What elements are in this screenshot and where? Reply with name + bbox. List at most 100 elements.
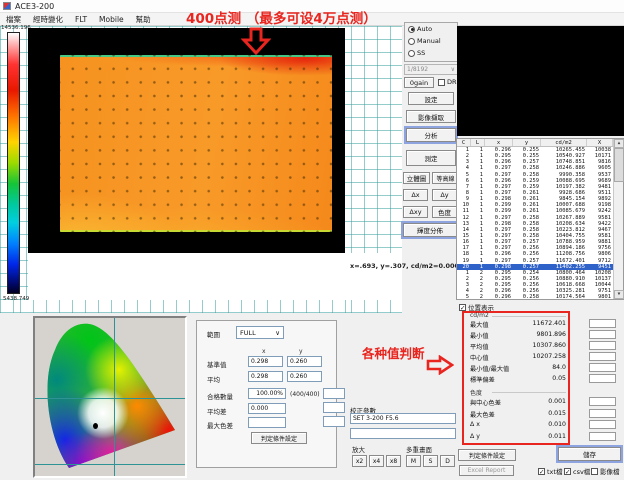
multi-d-button[interactable]: D — [440, 455, 455, 467]
image-capture-button[interactable]: 影像擷取 — [406, 110, 456, 123]
dr-checkbox-box[interactable] — [438, 79, 445, 86]
chevron-down-icon: ∨ — [275, 329, 280, 337]
multi-s-button[interactable]: S — [423, 455, 438, 467]
results-table-body[interactable]: 110.2960.25510265.45510038210.2950.25510… — [457, 147, 623, 301]
max-diff-side-field[interactable] — [323, 416, 345, 427]
shutter-dropdown[interactable]: 1/8192∨ — [404, 64, 458, 75]
stat-limit-box[interactable] — [589, 420, 616, 429]
contour-button[interactable]: 等高線 — [432, 172, 459, 184]
avg-diff-side-field[interactable] — [323, 402, 345, 413]
radio-icon[interactable] — [408, 50, 415, 57]
luminance-group-label: cd/m2 — [470, 312, 489, 319]
colorbar-min-label: 5438.749 — [3, 296, 29, 302]
pass-side-field[interactable] — [323, 388, 345, 399]
app-icon — [3, 2, 11, 10]
right-arrow-annotation — [426, 355, 454, 375]
judge-condition-button[interactable]: 判定條件設定 — [458, 449, 516, 461]
avg-diff-label: 平均差 — [207, 406, 227, 416]
zoom-x2-button[interactable]: x2 — [352, 455, 367, 467]
zoom-x8-button[interactable]: x8 — [386, 455, 401, 467]
average-x-field[interactable]: 0.298 — [248, 371, 283, 382]
reference-y-field[interactable]: 0.260 — [287, 356, 322, 367]
zoom-group-label: 放大 — [352, 444, 365, 454]
position-display-checkbox[interactable]: ✓ 位置表示 — [459, 302, 494, 312]
cie-crosshair-vertical — [114, 318, 115, 476]
stat-chroma-row: 與中心色差0.001 — [470, 398, 566, 407]
table-header-X: X — [587, 139, 613, 146]
settings-button[interactable]: 設定 — [408, 92, 454, 105]
stat-chroma-row: 最大色差0.015 — [470, 410, 566, 419]
stat-lum-row: 最小值/最大值84.0 — [470, 364, 566, 373]
pass-count-label: 合格數量 — [207, 391, 233, 401]
table-header-y: y — [513, 139, 541, 146]
save-button[interactable]: 儲存 — [558, 447, 621, 461]
menu-item-3[interactable]: Mobile — [99, 15, 124, 24]
table-header-cd/m2: cd/m2 — [541, 139, 587, 146]
image-file-checkbox[interactable]: 影像檔 — [591, 466, 620, 476]
down-arrow-annotation — [241, 27, 271, 55]
stat-limit-box[interactable] — [589, 432, 616, 441]
dr-checkbox[interactable]: DR — [438, 78, 457, 86]
range-label: 範圍 — [207, 329, 220, 339]
zoom-x4-button[interactable]: x4 — [369, 455, 384, 467]
stat-limit-box[interactable] — [589, 374, 616, 383]
max-color-diff-field[interactable] — [248, 417, 286, 428]
scroll-down-icon[interactable]: ▼ — [614, 290, 624, 299]
calibration-value-field[interactable]: SET 3-200 F5.6 — [350, 413, 456, 424]
menu-item-2[interactable]: FLT — [75, 15, 87, 24]
menu-item-4[interactable]: 幫助 — [136, 14, 151, 25]
delta-y-button[interactable]: Δy — [432, 189, 457, 201]
avg-diff-field[interactable]: 0.000 — [248, 403, 286, 414]
menu-item-0[interactable]: 檔案 — [6, 14, 21, 25]
scrollbar-thumb[interactable] — [614, 148, 624, 182]
stat-limit-box[interactable] — [589, 409, 616, 418]
table-row[interactable]: 520.2960.25810174.5649801 — [457, 294, 623, 300]
reference-x-field[interactable]: 0.298 — [248, 356, 283, 367]
stat-limit-box[interactable] — [589, 341, 616, 350]
stat-limit-box[interactable] — [589, 352, 616, 361]
radio-icon[interactable] — [408, 26, 415, 33]
mode-radio-manual[interactable]: Manual — [405, 35, 457, 47]
chevron-down-icon: ∨ — [451, 66, 455, 73]
calibration-empty-field[interactable] — [350, 428, 456, 439]
range-dropdown[interactable]: FULL∨ — [236, 326, 284, 339]
delta-xy-button[interactable]: Δxy — [403, 206, 428, 218]
results-table[interactable]: CLxycd/m2X 110.2960.25510265.45510038210… — [456, 138, 624, 300]
luminance-heatmap — [60, 55, 332, 232]
stat-limit-box[interactable] — [589, 397, 616, 406]
graph-3d-button[interactable]: 立體圖 — [403, 172, 430, 184]
mode-radio-ss[interactable]: SS — [405, 47, 457, 59]
delta-x-button[interactable]: Δx — [403, 189, 428, 201]
stat-limit-box[interactable] — [589, 319, 616, 328]
pass-percent-field[interactable]: 100.00% — [248, 388, 286, 399]
chromaticity-button[interactable]: 色度 — [432, 206, 457, 218]
txt-file-checkbox[interactable]: ✓txt檔 — [538, 466, 562, 476]
excel-report-button[interactable]: Excel Report — [459, 465, 514, 476]
col-x-header: x — [262, 348, 266, 355]
colorbar-max-label: 14536.196 — [1, 25, 31, 31]
radio-icon[interactable] — [408, 38, 415, 45]
analyze-button[interactable]: 分析 — [406, 128, 456, 142]
mode-radio-auto[interactable]: Auto — [405, 23, 457, 35]
table-scrollbar[interactable]: ▲ ▼ — [613, 139, 623, 299]
multi-m-button[interactable]: M — [406, 455, 421, 467]
scroll-up-icon[interactable]: ▲ — [614, 139, 624, 148]
position-display-checkbox-box[interactable]: ✓ — [459, 304, 466, 311]
luminance-distribution-button[interactable]: 輝度分佈 — [403, 223, 457, 237]
csv-file-checkbox[interactable]: ✓csv檔 — [564, 466, 590, 476]
stat-lum-row: 標準偏差0.05 — [470, 375, 566, 384]
measure-button[interactable]: 測定 — [406, 150, 456, 166]
capture-mode-group: AutoManualSS — [404, 22, 458, 62]
measurement-viewport[interactable] — [28, 28, 345, 253]
average-y-field[interactable]: 0.260 — [287, 371, 322, 382]
judge-condition-button-left[interactable]: 判定條件設定 — [251, 432, 307, 444]
results-table-header: CLxycd/m2X — [457, 139, 623, 147]
stat-limit-box[interactable] — [589, 330, 616, 339]
cie-gridline — [35, 464, 185, 465]
stat-limit-box[interactable] — [589, 363, 616, 372]
menu-item-1[interactable]: 經時變化 — [33, 14, 63, 25]
gain-button[interactable]: 0gain — [404, 77, 434, 88]
cie-chromaticity-diagram[interactable] — [33, 316, 187, 478]
max-color-diff-label: 最大色差 — [207, 420, 233, 430]
bottom-grid-strip — [20, 300, 346, 313]
